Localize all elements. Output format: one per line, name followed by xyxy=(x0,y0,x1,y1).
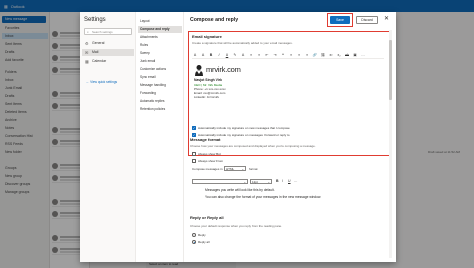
scrollbar-thumb[interactable] xyxy=(389,40,392,100)
back-arrow-icon: ← xyxy=(86,80,90,84)
font-icon[interactable]: A xyxy=(192,53,198,57)
view-quick-settings-link[interactable]: ← View quick settings xyxy=(86,80,117,84)
format-sample-text-2: You can also change the format of your m… xyxy=(205,195,322,199)
bold-icon[interactable]: B xyxy=(208,53,214,57)
font-color-icon[interactable]: A xyxy=(240,53,246,57)
subcategory-item[interactable]: Layout xyxy=(138,18,182,25)
subcategory-item[interactable]: Rules xyxy=(138,42,182,49)
subcategory-item[interactable]: Customize actions xyxy=(138,66,182,73)
superscript-icon[interactable]: x² xyxy=(328,53,334,57)
font-select[interactable]: ⌄ xyxy=(192,179,248,184)
settings-title: Settings xyxy=(84,17,106,23)
auto-signature-new-checkbox[interactable]: ✓ xyxy=(192,126,196,130)
subcategory-item[interactable]: Compose and reply xyxy=(138,26,182,33)
subcategory-item[interactable]: Retention policies xyxy=(138,106,182,113)
format-sample-text: Messages you write will look like this b… xyxy=(205,188,275,192)
settings-categories-pane: Settings ⌕ Search settings ⚙ General ✉ Mai… xyxy=(80,12,136,262)
category-mail[interactable]: ✉ Mail xyxy=(82,49,134,56)
reply-all-radio[interactable] xyxy=(192,240,196,244)
always-bcc-checkbox[interactable] xyxy=(192,152,196,156)
message-format-heading: Message format xyxy=(190,137,221,142)
save-button[interactable]: Save xyxy=(330,16,350,24)
always-bcc-label: Always show Bcc xyxy=(198,152,222,156)
insert-image-icon[interactable]: ▣ xyxy=(352,53,358,57)
discard-button[interactable]: Discard xyxy=(356,16,378,24)
format-suffix: format xyxy=(249,167,258,171)
subcategory-item[interactable]: Automatic replies xyxy=(138,98,182,105)
calendar-icon: ▦ xyxy=(85,59,89,64)
signature-avatar xyxy=(195,65,203,76)
gear-icon: ⚙ xyxy=(85,41,89,46)
subcategory-item[interactable]: Sweep xyxy=(138,50,182,57)
quote-icon[interactable]: ❝ xyxy=(280,53,286,57)
signature-description: Create a signature that will be automati… xyxy=(192,41,293,45)
always-from-checkbox[interactable] xyxy=(192,159,196,163)
link-icon[interactable]: 🔗 xyxy=(312,53,318,57)
strikethrough-icon[interactable]: ab xyxy=(344,53,350,57)
message-format-description: Choose how your messages are composed an… xyxy=(190,144,316,148)
compose-in-label: Compose messages in xyxy=(192,167,223,171)
compose-format-select[interactable]: HTML ⌄ xyxy=(224,166,246,171)
font-size-icon[interactable]: A xyxy=(200,53,206,57)
signature-name: Navjot Singh Virk xyxy=(194,78,223,82)
subcategory-item[interactable]: Sync email xyxy=(138,74,182,81)
subcategory-item[interactable]: Message handling xyxy=(138,82,182,89)
align-left-icon[interactable]: ≡ xyxy=(288,53,294,57)
signature-heading: Email signature xyxy=(192,34,222,39)
chevron-down-icon: ⌄ xyxy=(243,180,246,184)
indent-icon[interactable]: ⇥ xyxy=(272,53,278,57)
settings-scrollbar[interactable] xyxy=(389,30,392,258)
search-placeholder: Search settings xyxy=(92,30,113,34)
underline-icon[interactable]: U xyxy=(288,179,291,183)
subcategory-item[interactable]: Attachments xyxy=(138,34,182,41)
reply-heading: Reply or Reply all xyxy=(190,215,224,220)
more-options-icon[interactable]: … xyxy=(294,179,298,183)
close-icon[interactable]: ✕ xyxy=(384,15,389,22)
settings-search-input[interactable]: ⌕ Search settings xyxy=(84,28,132,35)
font-size-select[interactable]: 12pt ⌄ xyxy=(250,179,272,184)
reply-description: Choose your default response when you re… xyxy=(190,224,283,228)
mail-icon: ✉ xyxy=(85,50,89,55)
subcategory-item[interactable]: Junk email xyxy=(138,58,182,65)
numbering-icon[interactable]: ≡ xyxy=(256,53,262,57)
align-center-icon[interactable]: ≡ xyxy=(296,53,302,57)
underline-icon[interactable]: U xyxy=(224,53,230,57)
settings-dialog: Settings ⌕ Search settings ⚙ General ✉ Mai… xyxy=(80,12,396,262)
reply-all-label: Reply all xyxy=(198,240,210,244)
category-general[interactable]: ⚙ General xyxy=(82,40,134,47)
search-icon: ⌕ xyxy=(87,30,89,34)
italic-icon[interactable]: I xyxy=(282,179,283,183)
outdent-icon[interactable]: ⇤ xyxy=(264,53,270,57)
reply-label: Reply xyxy=(198,233,206,237)
compose-reply-panel: Compose and reply Save Discard ✕ Email s… xyxy=(184,12,396,262)
category-calendar[interactable]: ▦ Calendar xyxy=(82,58,134,65)
italic-icon[interactable]: I xyxy=(216,53,222,57)
signature-domain: mrvirk.com xyxy=(206,65,241,74)
unlink-icon[interactable]: ⛓ xyxy=(320,53,326,57)
signature-line: Linkedin: /in/mrvirk xyxy=(194,95,220,99)
highlight-icon[interactable]: ✎ xyxy=(232,53,238,57)
reply-radio[interactable] xyxy=(192,233,196,237)
always-from-label: Always show From xyxy=(198,159,224,163)
subcategory-item[interactable]: Forwarding xyxy=(138,90,182,97)
more-options-icon[interactable]: … xyxy=(360,53,366,57)
page-title: Compose and reply xyxy=(190,17,239,23)
settings-subcategories-pane: Layout Compose and reply Attachments Rules S… xyxy=(136,12,184,262)
chevron-down-icon: ⌄ xyxy=(241,167,244,171)
align-right-icon[interactable]: ≡ xyxy=(304,53,310,57)
chevron-down-icon: ⌄ xyxy=(267,180,270,184)
signature-toolbar: A A B I U ✎ A ≡ ≡ ⇤ ⇥ ❝ ≡ ≡ ≡ 🔗 ⛓ x² x₂ … xyxy=(192,52,384,59)
subscript-icon[interactable]: x₂ xyxy=(336,53,342,57)
bullets-icon[interactable]: ≡ xyxy=(248,53,254,57)
auto-signature-new-label: Automatically include my signature on ne… xyxy=(198,126,290,130)
bold-icon[interactable]: B xyxy=(276,179,279,183)
